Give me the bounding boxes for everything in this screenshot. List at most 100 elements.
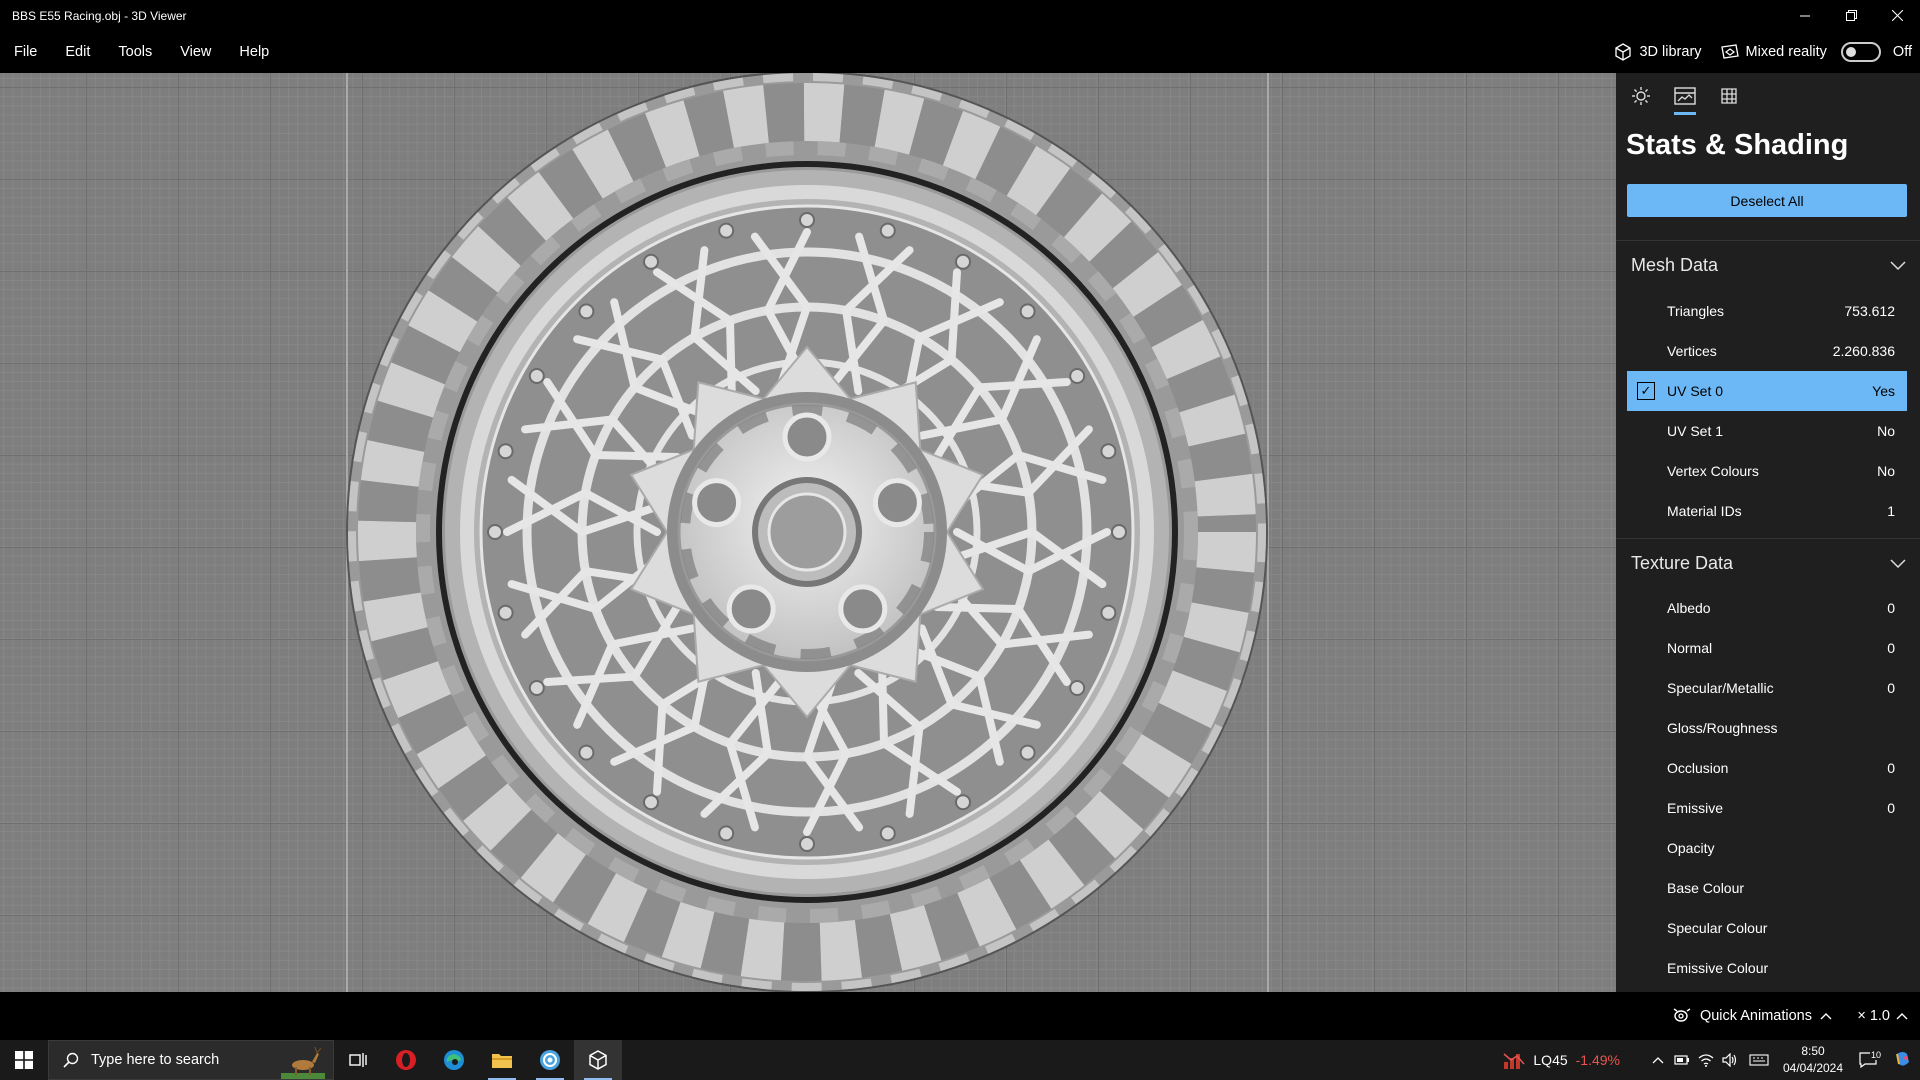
stats-tab[interactable] [1670, 81, 1700, 115]
texture-data-row[interactable]: Specular/Metallic 0 [1627, 668, 1907, 708]
panel-title: Stats & Shading [1626, 129, 1849, 161]
texture-data-label: Occlusion [1667, 760, 1729, 776]
minimize-button[interactable] [1782, 0, 1828, 31]
lighting-tab[interactable] [1626, 81, 1656, 111]
mesh-data-row[interactable]: Vertex Colours No [1627, 451, 1907, 491]
browser-app[interactable] [526, 1040, 574, 1080]
menu-bar: File Edit Tools View Help 3D library Mix… [0, 31, 1920, 73]
grid-tab[interactable] [1714, 81, 1744, 111]
system-tray: LQ45 -1.49% 8:50 04/04/2024 10 [1503, 1040, 1920, 1080]
panel-tabs [1616, 73, 1920, 117]
mesh-data-header[interactable]: Mesh Data [1616, 240, 1920, 290]
texture-data-row[interactable]: Occlusion 0 [1627, 748, 1907, 788]
3d-viewer-app[interactable] [574, 1040, 622, 1080]
mesh-data-row[interactable]: Material IDs 1 [1627, 491, 1907, 531]
rim-bolt [879, 222, 896, 239]
menu-tools[interactable]: Tools [104, 44, 166, 60]
3d-library-button[interactable]: 3D library [1613, 42, 1702, 62]
stock-widget[interactable]: LQ45 -1.49% [1503, 1050, 1620, 1070]
window-controls [1782, 0, 1920, 31]
lug-hole [726, 584, 776, 634]
volume-tray[interactable] [1718, 1053, 1742, 1067]
mixed-reality-toggle[interactable] [1840, 42, 1881, 62]
sun-icon [1632, 87, 1650, 105]
clock[interactable]: 8:50 04/04/2024 [1776, 1043, 1850, 1077]
stock-chart-icon [1503, 1053, 1525, 1069]
rim-bolt [487, 524, 503, 540]
search-icon [63, 1052, 79, 1068]
mixed-reality-icon [1720, 44, 1739, 59]
texture-data-value: 0 [1887, 600, 1895, 616]
opera-app[interactable] [382, 1040, 430, 1080]
texture-data-row[interactable]: Specular Colour [1627, 908, 1907, 948]
menu-file[interactable]: File [0, 44, 51, 60]
volume-icon [1722, 1053, 1737, 1067]
deselect-all-button[interactable]: Deselect All [1627, 184, 1907, 217]
task-view-icon [349, 1053, 367, 1067]
restore-button[interactable] [1828, 0, 1874, 31]
texture-data-label: Opacity [1667, 840, 1715, 856]
rim-bolt [1069, 680, 1086, 696]
mesh-data-value: Yes [1872, 383, 1895, 399]
taskbar-search[interactable]: Type here to search [48, 1040, 334, 1080]
opera-icon [396, 1050, 416, 1070]
menu-view[interactable]: View [166, 44, 225, 60]
rim-bolt [1100, 604, 1117, 621]
wifi-icon [1698, 1054, 1714, 1067]
edge-app[interactable] [430, 1040, 478, 1080]
texture-data-row[interactable]: Emissive Colour [1627, 948, 1907, 988]
menu-help[interactable]: Help [225, 44, 283, 60]
mesh-data-row[interactable]: ✓ UV Set 0 Yes [1627, 371, 1907, 411]
checkbox-icon[interactable]: ✓ [1637, 382, 1655, 400]
restore-icon [1845, 10, 1857, 21]
mesh-data-row[interactable]: UV Set 1 No [1627, 411, 1907, 451]
texture-data-row[interactable]: Gloss/Roughness [1627, 708, 1907, 748]
texture-data-row[interactable]: Emissive 0 [1627, 788, 1907, 828]
battery-icon [1674, 1055, 1689, 1065]
menu-edit[interactable]: Edit [51, 44, 104, 60]
texture-data-label: Normal [1667, 640, 1713, 656]
rim-bolt [643, 794, 659, 811]
title-bar: BBS E55 Racing.obj - 3D Viewer [0, 0, 1920, 31]
3d-viewport[interactable] [0, 73, 1616, 992]
mesh-data-row[interactable]: Triangles 753.612 [1627, 291, 1907, 331]
texture-data-value: 0 [1887, 760, 1895, 776]
3d-library-label: 3D library [1639, 44, 1702, 60]
show-hidden-icons-button[interactable] [1646, 1056, 1670, 1064]
network-tray[interactable] [1694, 1053, 1718, 1067]
close-icon [1891, 10, 1903, 21]
texture-data-row[interactable]: Opacity [1627, 828, 1907, 868]
texture-data-title: Texture Data [1631, 553, 1734, 573]
rim-bolt [578, 744, 595, 761]
speed-control[interactable]: × 1.0 [1857, 992, 1908, 1040]
mesh-data-label: UV Set 1 [1667, 423, 1724, 439]
battery-tray[interactable] [1670, 1054, 1694, 1066]
stats-panel: Stats & Shading Deselect All Mesh Data T… [1616, 73, 1920, 992]
texture-data-label: Emissive Colour [1667, 960, 1769, 976]
notifications-button[interactable]: 10 [1850, 1050, 1886, 1068]
rim-bolt [955, 253, 971, 270]
keyboard-icon [1749, 1054, 1769, 1066]
copilot-button[interactable] [1886, 1050, 1920, 1070]
close-button[interactable] [1874, 0, 1920, 31]
window-title: BBS E55 Racing.obj - 3D Viewer [12, 8, 187, 23]
animation-icon [1673, 1008, 1691, 1022]
3d-viewer-icon [589, 1050, 607, 1070]
texture-data-row[interactable]: Albedo 0 [1627, 588, 1907, 628]
rim-bolt [955, 794, 971, 811]
file-explorer-app[interactable] [478, 1040, 526, 1080]
texture-data-row[interactable]: Base Colour [1627, 868, 1907, 908]
texture-data-row[interactable]: Normal 0 [1627, 628, 1907, 668]
rim-bolt [1069, 368, 1086, 384]
keyboard-tray[interactable] [1742, 1054, 1776, 1066]
quick-animations-button[interactable]: Quick Animations [1672, 992, 1832, 1040]
mixed-reality-button[interactable]: Mixed reality [1720, 42, 1827, 62]
mesh-data-title: Mesh Data [1631, 255, 1719, 275]
start-button[interactable] [0, 1040, 48, 1080]
speed-value: × 1.0 [1857, 1008, 1890, 1024]
chevron-up-icon [1820, 1013, 1832, 1020]
texture-data-header[interactable]: Texture Data [1616, 538, 1920, 588]
task-view-button[interactable] [334, 1040, 382, 1080]
mesh-data-row[interactable]: Vertices 2.260.836 [1627, 331, 1907, 371]
search-placeholder: Type here to search [91, 1052, 220, 1068]
